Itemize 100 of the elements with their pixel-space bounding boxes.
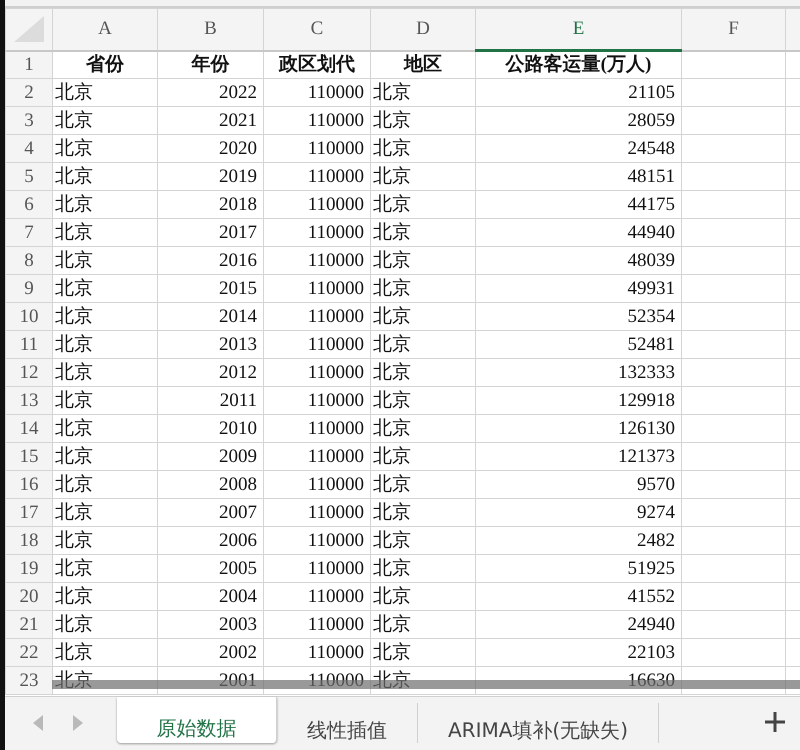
table-cell-text: 北京 — [54, 82, 94, 102]
table-cell-text: 2005 — [218, 558, 258, 578]
table-cell-text: 49931 — [626, 278, 676, 298]
table-cell-text: 110000 — [306, 418, 365, 438]
right-arrow-icon[interactable] — [71, 713, 85, 733]
table-cell-text: 2015 — [218, 278, 258, 298]
table-cell-text: 2002 — [218, 642, 258, 662]
row-header[interactable]: 19 — [6, 554, 52, 582]
table-cell-text: 2010 — [218, 418, 258, 438]
row-header[interactable]: 4 — [6, 134, 52, 162]
table-cell-text: 24548 — [626, 138, 676, 158]
table-cell-text: 2014 — [218, 306, 258, 326]
table-cell-text: 28059 — [626, 110, 676, 130]
select-all-icon[interactable] — [13, 15, 45, 44]
table-cell-text: 2011 — [218, 390, 258, 410]
table-cell-text: 2003 — [218, 614, 258, 634]
row-header[interactable]: 23 — [6, 666, 52, 694]
table-cell-text: 121373 — [617, 446, 676, 466]
table-cell-text: 2008 — [218, 474, 258, 494]
column-header[interactable]: C — [264, 8, 370, 50]
row-header[interactable]: 20 — [6, 582, 52, 610]
table-cell-text: 2021 — [218, 110, 258, 130]
table-cell-text: 地区 — [402, 54, 443, 75]
table-cell-text: 北京 — [54, 334, 94, 354]
table-cell-text: 2017 — [218, 222, 258, 242]
column-header[interactable]: E — [476, 8, 682, 50]
row-header[interactable]: 21 — [6, 610, 52, 638]
table-cell-text: 110000 — [306, 278, 365, 298]
table-cell-text: 北京 — [54, 502, 94, 522]
column-header[interactable]: F — [682, 8, 786, 50]
table-cell-text: 2482 — [636, 530, 676, 550]
table-cell-text: 北京 — [372, 138, 412, 158]
row-header[interactable]: 8 — [6, 246, 52, 274]
column-header[interactable]: A — [52, 8, 158, 50]
sheet-tab[interactable]: 原始数据 — [117, 697, 277, 743]
row-header[interactable]: 14 — [6, 414, 52, 442]
table-cell-text: 北京 — [372, 642, 412, 662]
table-cell-text: 北京 — [54, 278, 94, 298]
row-header[interactable]: 2 — [6, 78, 52, 106]
table-cell-text: 北京 — [372, 614, 412, 634]
table-cell-text: 北京 — [372, 110, 412, 130]
table-cell-text: 北京 — [372, 502, 412, 522]
add-sheet-icon[interactable] — [764, 711, 786, 733]
table-cell-text: 北京 — [54, 614, 94, 634]
row-header[interactable]: 7 — [6, 218, 52, 246]
row-header[interactable]: 18 — [6, 526, 52, 554]
table-cell-text: 52481 — [626, 334, 676, 354]
table-cell-text: 北京 — [54, 306, 94, 326]
table-cell-text: 126130 — [617, 418, 676, 438]
table-cell-text: 110000 — [306, 306, 365, 326]
table-cell-text: 北京 — [54, 418, 94, 438]
table-cell-text: 2012 — [218, 362, 258, 382]
column-header[interactable]: D — [370, 8, 476, 50]
row-header[interactable]: 17 — [6, 498, 52, 526]
table-cell-text: 北京 — [372, 306, 412, 326]
table-cell-text: 北京 — [54, 530, 94, 550]
table-cell-text: 2020 — [218, 138, 258, 158]
column-header[interactable]: B — [158, 8, 264, 50]
row-header[interactable]: 9 — [6, 274, 52, 302]
row-header[interactable]: 6 — [6, 190, 52, 218]
table-cell-text: 110000 — [306, 138, 365, 158]
table-cell-text: 129918 — [617, 390, 676, 410]
table-cell-text: 北京 — [372, 222, 412, 242]
table-cell-text: 44175 — [626, 194, 676, 214]
table-cell-text: 北京 — [54, 222, 94, 242]
table-cell-text: 北京 — [54, 586, 94, 606]
table-cell-text: 北京 — [372, 166, 412, 186]
table-cell-text: 北京 — [54, 362, 94, 382]
table-cell-text: 110000 — [306, 362, 365, 382]
table-cell-text: 48039 — [626, 250, 676, 270]
table-cell-text: 110000 — [306, 586, 365, 606]
table-cell-text: 北京 — [54, 138, 94, 158]
table-cell-text: 2013 — [218, 334, 258, 354]
table-cell-text: 2018 — [218, 194, 258, 214]
row-header[interactable]: 22 — [6, 638, 52, 666]
row-header[interactable]: 3 — [6, 106, 52, 134]
table-cell-text: 9274 — [636, 502, 676, 522]
row-header[interactable]: 5 — [6, 162, 52, 190]
row-header[interactable]: 13 — [6, 386, 52, 414]
table-cell-text: 2009 — [218, 446, 258, 466]
row-header[interactable]: 1 — [6, 50, 52, 78]
sheet-tab[interactable]: 线性插值 — [277, 703, 418, 743]
table-cell-text: 110000 — [306, 502, 365, 522]
table-cell-text: 北京 — [372, 530, 412, 550]
row-header[interactable]: 11 — [6, 330, 52, 358]
row-header[interactable]: 15 — [6, 442, 52, 470]
table-cell-text: 22103 — [626, 642, 676, 662]
sheet-tab[interactable]: ARIMA填补(无缺失) — [418, 703, 660, 743]
table-cell-text: 北京 — [54, 110, 94, 130]
table-cell-text: 9570 — [636, 474, 676, 494]
row-header[interactable]: 16 — [6, 470, 52, 498]
table-cell-text: 北京 — [372, 390, 412, 410]
table-cell-text: 北京 — [372, 446, 412, 466]
row-header[interactable]: 10 — [6, 302, 52, 330]
table-cell-text: 110000 — [306, 530, 365, 550]
table-cell-text: 110000 — [306, 558, 365, 578]
left-arrow-icon[interactable] — [31, 713, 45, 733]
table-cell-text: 2019 — [218, 166, 258, 186]
row-header[interactable]: 12 — [6, 358, 52, 386]
table-cell-text: 41552 — [626, 586, 676, 606]
